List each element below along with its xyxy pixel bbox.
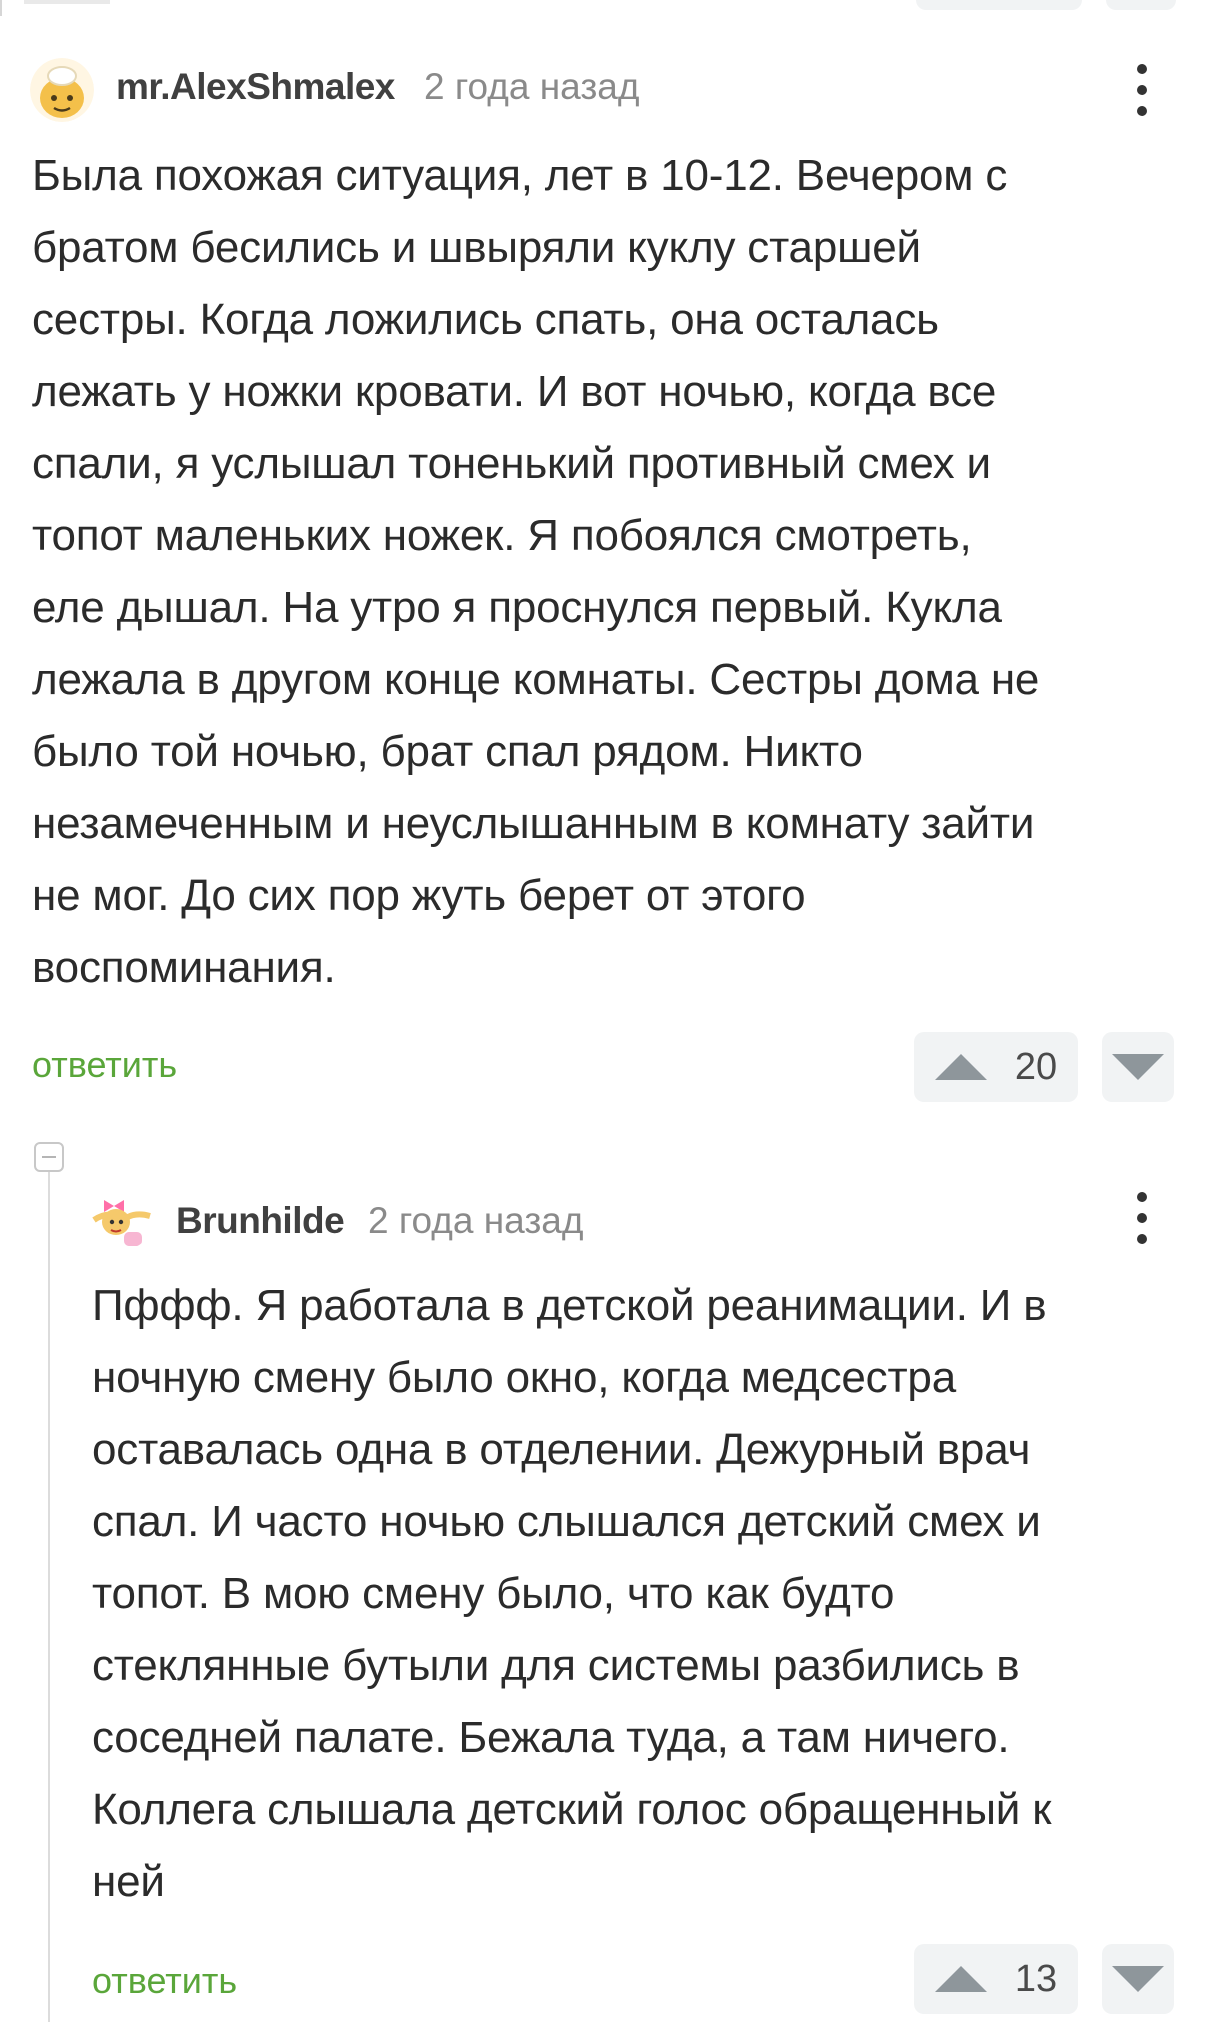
comment-text: Была похожая ситуация, лет в 10-12. Вече…: [32, 151, 1040, 992]
upvote-button[interactable]: 20: [914, 1032, 1078, 1102]
reply-link[interactable]: ответить: [92, 1960, 237, 2002]
rating-count: 13: [1014, 1957, 1058, 2000]
thread-line[interactable]: [48, 1172, 50, 2022]
avatar-image: [30, 58, 94, 122]
kebab-menu-icon[interactable]: [1124, 58, 1160, 122]
downvote-arrow-icon: [1112, 1966, 1164, 1992]
upvote-arrow-icon: [934, 1966, 987, 1992]
reply-link[interactable]: ответить: [32, 1044, 177, 1086]
upvote-button[interactable]: 13: [914, 1944, 1078, 2014]
rating-count: 20: [1014, 1045, 1058, 1088]
timestamp[interactable]: 2 года назад: [424, 66, 639, 108]
thread-line-top: [0, 0, 2, 16]
downvote-button[interactable]: [1102, 1032, 1174, 1102]
comment-text: Пффф. Я работала в детской реанимации. И…: [92, 1281, 1052, 1906]
downvote-arrow-icon: [1112, 1054, 1164, 1080]
vote-down-fragment: [1106, 0, 1176, 10]
downvote-button[interactable]: [1102, 1944, 1174, 2014]
avatar-image: [90, 1186, 154, 1250]
username[interactable]: Brunhilde: [176, 1200, 345, 1242]
collapse-icon: [42, 1156, 56, 1158]
upvote-arrow-icon: [934, 1054, 987, 1080]
timestamp[interactable]: 2 года назад: [368, 1200, 583, 1242]
collapse-thread-button[interactable]: [34, 1142, 64, 1172]
divider-fragment: [24, 0, 110, 4]
vote-up-fragment: [916, 0, 1082, 10]
username[interactable]: mr.AlexShmalex: [116, 66, 395, 108]
avatar[interactable]: [30, 58, 94, 122]
kebab-menu-icon[interactable]: [1124, 1186, 1160, 1250]
avatar[interactable]: [90, 1186, 154, 1250]
